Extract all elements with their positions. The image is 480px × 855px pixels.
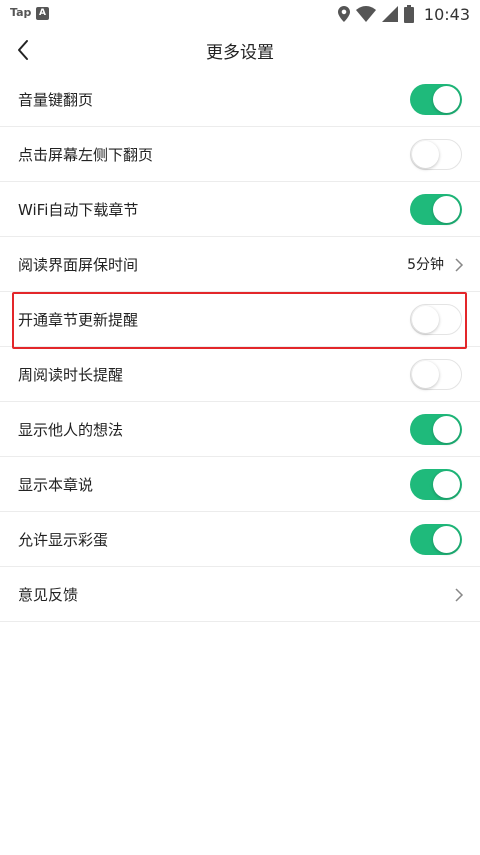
chevron-right-icon — [455, 588, 464, 602]
setting-label: 点击屏幕左侧下翻页 — [18, 145, 154, 164]
toggle-knob — [412, 141, 439, 168]
location-icon — [337, 6, 350, 22]
signal-icon — [381, 6, 398, 22]
setting-label: 显示本章说 — [18, 475, 94, 494]
toggle-knob — [433, 471, 460, 498]
weekly-reading-reminder-toggle[interactable] — [410, 359, 462, 390]
setting-label: 阅读界面屏保时间 — [18, 255, 139, 274]
toggle-knob — [433, 86, 460, 113]
chevron-right-icon — [455, 258, 464, 272]
toggle-knob — [412, 306, 439, 333]
header: 更多设置 — [0, 28, 480, 72]
status-app-label: Tap — [10, 6, 32, 19]
setting-allow-easter-eggs[interactable]: 允许显示彩蛋 — [0, 512, 480, 567]
allow-easter-eggs-toggle[interactable] — [410, 524, 462, 555]
screensaver-time-value: 5分钟 — [407, 257, 444, 273]
toggle-knob — [433, 196, 460, 223]
wifi-icon — [355, 6, 376, 22]
settings-screen: Tap A 10:43 更多设置 音量键翻页 点击屏幕左侧下翻页 WiFi自动下… — [0, 0, 480, 855]
setting-volume-key-page[interactable]: 音量键翻页 — [0, 72, 480, 127]
setting-show-chapter-comments[interactable]: 显示本章说 — [0, 457, 480, 512]
notification-a-icon: A — [36, 7, 49, 20]
setting-label: 开通章节更新提醒 — [18, 310, 139, 329]
page-title: 更多设置 — [206, 43, 274, 63]
chapter-update-reminder-toggle[interactable] — [410, 304, 462, 335]
show-chapter-comments-toggle[interactable] — [410, 469, 462, 500]
status-icons: 10:43 — [337, 3, 470, 25]
setting-chapter-update-reminder[interactable]: 开通章节更新提醒 — [0, 292, 480, 347]
toggle-knob — [433, 526, 460, 553]
tap-left-next-page-toggle[interactable] — [410, 139, 462, 170]
setting-wifi-auto-download[interactable]: WiFi自动下载章节 — [0, 182, 480, 237]
toggle-knob — [433, 416, 460, 443]
show-others-thoughts-toggle[interactable] — [410, 414, 462, 445]
setting-weekly-reading-reminder[interactable]: 周阅读时长提醒 — [0, 347, 480, 402]
setting-show-others-thoughts[interactable]: 显示他人的想法 — [0, 402, 480, 457]
setting-label: 周阅读时长提醒 — [18, 365, 124, 384]
toggle-knob — [412, 361, 439, 388]
setting-label: 意见反馈 — [18, 585, 79, 604]
settings-list: 音量键翻页 点击屏幕左侧下翻页 WiFi自动下载章节 阅读界面屏保时间 5分钟 … — [0, 72, 480, 622]
status-bar: Tap A 10:43 — [0, 0, 480, 28]
setting-label: 音量键翻页 — [18, 90, 94, 109]
setting-tap-left-next-page[interactable]: 点击屏幕左侧下翻页 — [0, 127, 480, 182]
battery-icon — [403, 5, 414, 23]
setting-label: 允许显示彩蛋 — [18, 530, 109, 549]
setting-label: WiFi自动下载章节 — [18, 200, 139, 219]
setting-label: 显示他人的想法 — [18, 420, 124, 439]
setting-screensaver-time[interactable]: 阅读界面屏保时间 5分钟 — [0, 237, 480, 292]
status-time: 10:43 — [423, 4, 470, 24]
volume-key-page-toggle[interactable] — [410, 84, 462, 115]
setting-feedback[interactable]: 意见反馈 — [0, 567, 480, 622]
wifi-auto-download-toggle[interactable] — [410, 194, 462, 225]
